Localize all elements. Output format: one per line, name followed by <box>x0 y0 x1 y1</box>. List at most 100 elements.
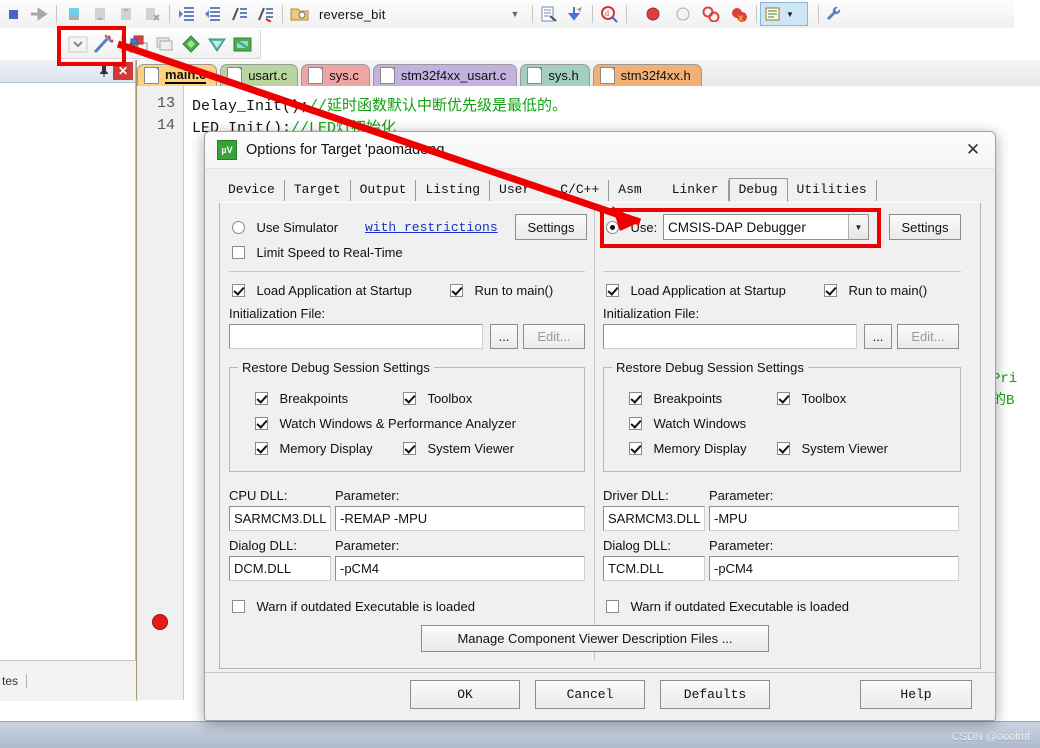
with-restrictions-link[interactable]: with restrictions <box>365 220 498 235</box>
stop-icon[interactable] <box>0 2 26 26</box>
comment-icon[interactable] <box>226 2 252 26</box>
toolbox-checkbox[interactable] <box>777 392 790 405</box>
restore-watch-windows-row-right[interactable]: Watch Windows <box>629 415 746 433</box>
chevron-down-icon[interactable]: ▼ <box>848 215 868 239</box>
breakpoints-checkbox[interactable] <box>629 392 642 405</box>
restore-memory-display-row-left[interactable]: Memory Display <box>255 440 373 458</box>
restore-toolbox-row-right[interactable]: Toolbox <box>777 390 846 408</box>
close-icon[interactable]: ✕ <box>951 133 995 168</box>
init-file-input-left[interactable] <box>229 324 483 349</box>
batch-build-icon[interactable] <box>152 32 178 56</box>
previous-bookmark-icon[interactable] <box>113 2 139 26</box>
system-viewer-checkbox[interactable] <box>777 442 790 455</box>
next-bookmark-icon[interactable] <box>87 2 113 26</box>
watch-windows-checkbox[interactable] <box>255 417 268 430</box>
build-wizard-icon[interactable] <box>91 32 117 56</box>
use-debugger-radio[interactable] <box>606 221 619 234</box>
load-app-row-right[interactable]: Load Application at Startup <box>606 282 786 300</box>
close-icon[interactable]: ✕ <box>113 62 133 80</box>
project-window-icon[interactable]: ▼ <box>760 2 808 26</box>
dialog-dll-input-left[interactable]: DCM.DLL <box>229 556 331 581</box>
kill-all-breakpoints-icon[interactable] <box>698 2 724 26</box>
init-file-browse-button-right[interactable]: ... <box>864 324 892 349</box>
tab-utilities[interactable]: Utilities <box>788 180 877 201</box>
project-pane-tab-label[interactable]: tes <box>2 674 18 688</box>
tab-linker[interactable]: Linker <box>663 180 729 201</box>
warn-outdated-checkbox[interactable] <box>232 600 245 613</box>
outdent-icon[interactable] <box>200 2 226 26</box>
indent-icon[interactable] <box>174 2 200 26</box>
breakpoint-marker-icon[interactable] <box>152 614 168 630</box>
watch-windows-checkbox[interactable] <box>629 417 642 430</box>
defaults-button[interactable]: Defaults <box>660 680 770 709</box>
cpu-dll-parameter-input[interactable]: -REMAP -MPU <box>335 506 585 531</box>
target-options-icon[interactable] <box>126 32 152 56</box>
tab-user[interactable]: User <box>490 180 539 201</box>
restore-watch-windows-row-left[interactable]: Watch Windows & Performance Analyzer <box>255 415 516 433</box>
init-file-input-right[interactable] <box>603 324 857 349</box>
load-app-checkbox[interactable] <box>606 284 619 297</box>
memory-display-checkbox[interactable] <box>629 442 642 455</box>
tab-output[interactable]: Output <box>351 180 417 201</box>
tab-c-cpp[interactable]: C/C++ <box>551 180 610 201</box>
disable-all-breakpoints-icon[interactable]: x <box>726 2 752 26</box>
project-combo-arrow-icon[interactable]: ▼ <box>505 3 525 25</box>
editor-tab-main-c[interactable]: main.c <box>137 64 218 86</box>
chevron-down-icon[interactable] <box>65 32 91 56</box>
pin-icon[interactable] <box>95 62 113 80</box>
warn-outdated-row-left[interactable]: Warn if outdated Executable is loaded <box>232 598 475 616</box>
restore-toolbox-row-left[interactable]: Toolbox <box>403 390 472 408</box>
dialog-dll-input-right[interactable]: TCM.DLL <box>603 556 705 581</box>
insert-bookmark-icon[interactable] <box>61 2 87 26</box>
cpu-dll-input[interactable]: SARMCM3.DLL <box>229 506 331 531</box>
rebuild-icon[interactable] <box>230 32 256 56</box>
download-icon[interactable] <box>562 2 588 26</box>
dialog-dll-parameter-input-left[interactable]: -pCM4 <box>335 556 585 581</box>
debugger-select[interactable]: CMSIS-DAP Debugger ▼ <box>663 214 869 240</box>
use-simulator-radio[interactable] <box>232 221 245 234</box>
limit-speed-checkbox[interactable] <box>232 246 245 259</box>
warn-outdated-row-right[interactable]: Warn if outdated Executable is loaded <box>606 598 849 616</box>
tab-asm[interactable]: Asm <box>609 180 650 201</box>
warn-outdated-checkbox[interactable] <box>606 600 619 613</box>
clear-bookmarks-icon[interactable] <box>139 2 165 26</box>
build-icon[interactable] <box>204 32 230 56</box>
editor-tab-stm32f4xx-usart-c[interactable]: stm32f4xx_usart.c <box>372 64 518 86</box>
use-debugger-row[interactable]: Use: <box>606 219 657 237</box>
run-to-main-checkbox[interactable] <box>824 284 837 297</box>
memory-display-checkbox[interactable] <box>255 442 268 455</box>
editor-tab-stm32f4xx-h[interactable]: stm32f4xx.h <box>592 64 702 86</box>
find-in-files-icon[interactable]: d <box>596 2 622 26</box>
debugger-settings-button[interactable]: Settings <box>889 214 961 240</box>
restore-system-viewer-row-left[interactable]: System Viewer <box>403 440 514 458</box>
run-to-main-row-right[interactable]: Run to main() <box>824 282 927 300</box>
tab-listing[interactable]: Listing <box>416 180 491 201</box>
utilities-icon[interactable] <box>822 2 848 26</box>
restore-breakpoints-row-right[interactable]: Breakpoints <box>629 390 722 408</box>
breakpoints-checkbox[interactable] <box>255 392 268 405</box>
load-app-checkbox[interactable] <box>232 284 245 297</box>
system-viewer-checkbox[interactable] <box>403 442 416 455</box>
restore-breakpoints-row-left[interactable]: Breakpoints <box>255 390 348 408</box>
tab-device[interactable]: Device <box>219 180 285 201</box>
tab-target[interactable]: Target <box>285 180 351 201</box>
manage-component-viewer-button[interactable]: Manage Component Viewer Description File… <box>421 625 769 652</box>
limit-speed-row[interactable]: Limit Speed to Real-Time <box>232 244 403 262</box>
dialog-dll-parameter-input-right[interactable]: -pCM4 <box>709 556 959 581</box>
use-simulator-row[interactable]: Use Simulator <box>232 219 338 237</box>
translate-icon[interactable] <box>178 32 204 56</box>
run-to-main-checkbox[interactable] <box>450 284 463 297</box>
editor-tab-sys-c[interactable]: sys.c <box>301 64 370 86</box>
restore-system-viewer-row-right[interactable]: System Viewer <box>777 440 888 458</box>
simulator-settings-button[interactable]: Settings <box>515 214 587 240</box>
editor-tab-usart-c[interactable]: usart.c <box>220 64 299 86</box>
uncomment-icon[interactable] <box>252 2 278 26</box>
open-folder-icon[interactable] <box>287 2 313 26</box>
disable-breakpoint-icon[interactable] <box>670 2 696 26</box>
insert-breakpoint-icon[interactable] <box>640 2 666 26</box>
init-file-browse-button-left[interactable]: ... <box>490 324 518 349</box>
run-to-main-row-left[interactable]: Run to main() <box>450 282 553 300</box>
load-app-row-left[interactable]: Load Application at Startup <box>232 282 412 300</box>
help-button[interactable]: Help <box>860 680 972 709</box>
driver-dll-parameter-input[interactable]: -MPU <box>709 506 959 531</box>
